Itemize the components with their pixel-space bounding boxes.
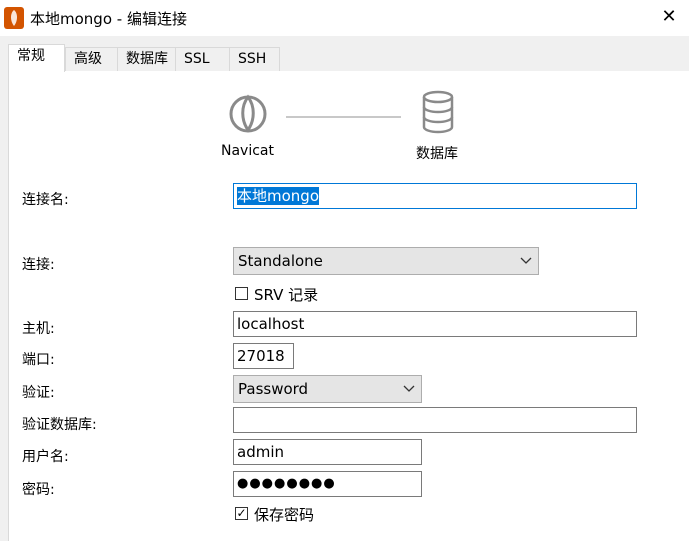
conn-name-label: 连接名: xyxy=(22,192,69,208)
port-input[interactable]: 27018 xyxy=(233,343,294,369)
save-password-label: 保存密码 xyxy=(254,506,315,524)
database-label: 数据库 xyxy=(416,146,458,162)
connection-value: Standalone xyxy=(238,252,323,270)
navicat-app-icon xyxy=(4,7,24,29)
connection-label: 连接: xyxy=(22,257,55,273)
database-icon xyxy=(420,90,456,134)
host-label: 主机: xyxy=(22,321,55,337)
password-label: 密码: xyxy=(22,482,55,498)
username-input[interactable]: admin xyxy=(233,439,422,465)
chevron-down-icon xyxy=(520,248,532,284)
auth-db-input[interactable] xyxy=(233,407,637,433)
tab-ssh[interactable]: SSH xyxy=(229,47,280,71)
password-input[interactable]: ●●●●●●●● xyxy=(233,471,422,497)
tab-ssl[interactable]: SSL xyxy=(175,47,230,71)
window-title: 本地mongo - 编辑连接 xyxy=(30,10,187,28)
connection-line xyxy=(286,116,401,118)
srv-checkbox[interactable] xyxy=(235,287,248,300)
save-password-checkbox[interactable]: ✓ xyxy=(235,507,248,520)
auth-label: 验证: xyxy=(22,385,55,401)
username-label: 用户名: xyxy=(22,449,69,465)
connection-select[interactable]: Standalone xyxy=(233,247,539,275)
srv-label: SRV 记录 xyxy=(254,286,319,304)
conn-name-input[interactable]: 本地mongo xyxy=(233,183,637,209)
tab-database[interactable]: 数据库 xyxy=(117,47,176,71)
auth-select[interactable]: Password xyxy=(233,375,422,403)
auth-db-label: 验证数据库: xyxy=(22,417,97,433)
close-icon[interactable]: ✕ xyxy=(660,7,678,27)
tab-advanced[interactable]: 高级 xyxy=(65,47,118,71)
host-input[interactable]: localhost xyxy=(233,311,637,337)
navicat-label: Navicat xyxy=(221,143,274,159)
port-label: 端口: xyxy=(22,352,55,368)
conn-name-value: 本地mongo xyxy=(237,187,319,205)
navicat-seal-icon xyxy=(226,90,270,134)
tab-general[interactable]: 常规 xyxy=(8,44,65,72)
auth-value: Password xyxy=(238,380,309,398)
